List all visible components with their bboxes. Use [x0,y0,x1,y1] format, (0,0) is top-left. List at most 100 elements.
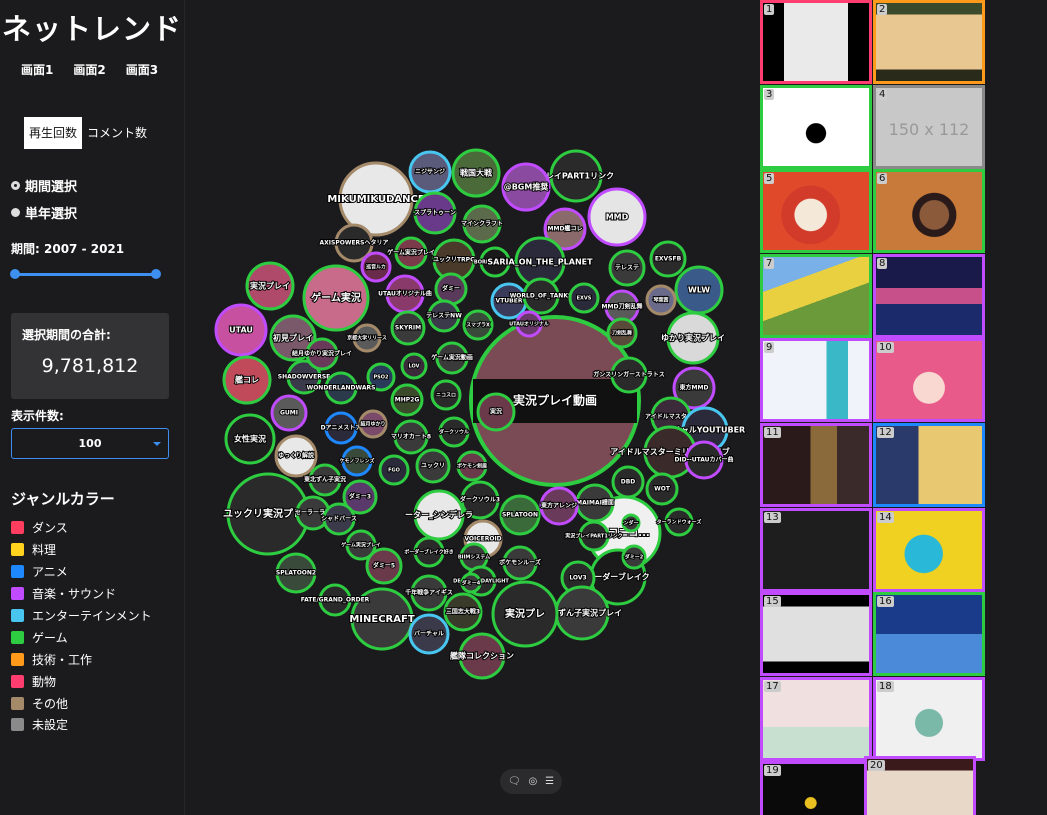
tab-screen-3[interactable]: 画面3 [126,61,158,78]
genre-bubble[interactable]: 実況プレイ [245,261,295,311]
genre-bubble[interactable]: 三国志大戦3 [443,592,483,632]
genre-bubble[interactable]: VTUBER [490,282,528,320]
genre-bubble[interactable]: 艦隊コレクション [449,632,515,680]
eye-icon[interactable]: ◎ [528,776,537,787]
genre-bubble[interactable]: SPLATOON [499,494,541,536]
video-thumbnail[interactable]: 19 [760,761,872,815]
video-thumbnail[interactable]: 12 [873,423,985,507]
video-thumbnail[interactable]: 1 [760,0,872,84]
radio-period-select[interactable]: 期間選択 [11,172,77,199]
display-count-select[interactable]: 100 [11,428,169,459]
video-thumbnail[interactable]: 8 [873,253,985,338]
genre-bubble[interactable]: テレステNW [425,299,463,333]
genre-bubble[interactable]: GUMI [270,394,308,432]
genre-bubble[interactable]: SPLATOON2 [275,552,317,594]
period-label: 期間: 2007 - 2021 [11,240,124,257]
genre-bubble[interactable]: ニコスロ [430,379,462,411]
genre-bubble[interactable]: MMD [587,187,647,247]
genre-bubble[interactable]: マインクラフト [460,204,504,244]
genre-bubble[interactable]: LOV [400,352,428,380]
video-thumbnail[interactable]: 11 [760,423,872,507]
genre-bubble[interactable]: ボーダーブレイク好き [403,536,455,568]
video-thumbnail[interactable]: 17 [760,676,872,761]
genre-bubble[interactable]: ダミー [434,272,468,306]
bubble-label: ガンスリンガーストラトス [593,371,665,379]
video-thumbnail[interactable]: 10 [873,338,985,423]
genre-bubble[interactable]: ダミー2 [621,544,647,570]
genre-bubble[interactable]: MAIMAI譜面 [575,483,615,523]
video-thumbnail[interactable]: 20 [864,756,976,815]
genre-bubble[interactable]: DBD [611,465,645,499]
video-thumbnail[interactable]: 16 [873,592,985,677]
metric-comments-button[interactable]: コメント数 [82,117,152,149]
genre-bubble[interactable]: ダミー4 [460,572,482,594]
genre-bubble[interactable]: EXVSFB [649,240,687,278]
genre-bubble[interactable]: Dアニメストア [320,411,362,445]
genre-bubble[interactable]: シャドバース [320,502,358,536]
genre-bubble[interactable]: UTAUオリジナル曲 [377,274,433,314]
video-thumbnail[interactable]: 7 [760,253,872,338]
genre-bubble[interactable]: バーチャル [408,613,450,655]
video-thumbnail[interactable]: 15 [760,592,872,677]
slider-min-handle[interactable] [10,269,20,279]
genre-bubble[interactable]: テレステ [608,249,646,287]
chat-icon[interactable]: 🗨 [508,776,521,787]
sliders-icon[interactable]: ☰ [545,776,554,787]
genre-bubble[interactable]: UTAU [214,303,268,357]
genre-bubble[interactable]: ゲーム実況プレイ [386,236,436,270]
genre-bubble[interactable]: 戦国大戦 [451,148,501,198]
genre-bubble[interactable]: 刀剣乱舞 [606,317,638,349]
genre-bubble[interactable]: EXVS [568,282,600,314]
genre-bubble[interactable]: 結月ゆかり [358,409,388,439]
genre-bubble[interactable]: 東方アレンジ [539,486,579,526]
genre-bubble[interactable]: ゆかり実況プレイ [660,311,726,365]
legend-title: ジャンルカラー [11,490,115,508]
genre-bubble[interactable]: MHP2G [390,383,424,417]
video-thumbnail[interactable]: 5 [760,169,872,254]
video-thumbnail[interactable]: 13 [760,507,872,592]
video-thumbnail[interactable]: 4 150 x 112 [873,84,985,169]
genre-bubble[interactable]: FGO [378,454,410,486]
genre-bubble[interactable]: ニジサンジ [408,150,452,194]
genre-bubble[interactable]: スマブラX [462,309,494,341]
genre-bubble[interactable]: 京都大学リリース [346,323,388,353]
legend-label: エンターテインメント [32,609,152,623]
genre-bubble[interactable]: ユックリ [415,448,451,484]
bubble-label: MMD刀剣乱舞 [602,303,643,311]
genre-bubble[interactable]: 実況 [476,392,516,432]
genre-bubble[interactable]: ゲーム実況 [302,264,370,332]
video-thumbnail[interactable]: 18 [873,676,985,761]
radio-single-year[interactable]: 単年選択 [11,199,77,226]
genre-bubble[interactable]: 女性実況 [224,413,276,465]
metric-views-button[interactable]: 再生回数 [24,117,83,149]
genre-bubble[interactable]: SKYRIM [390,310,426,346]
genre-bubble[interactable]: ンダー [621,513,641,533]
slider-max-handle[interactable] [151,269,161,279]
genre-bubble[interactable]: 琴葉茜 [645,284,677,316]
genre-bubble[interactable]: WOT [645,472,679,506]
genre-bubble[interactable]: ダークソウル [438,416,470,448]
genre-bubble[interactable]: 巡音ルカ [360,251,392,283]
genre-bubble[interactable]: @BGM推奨 [501,162,551,212]
genre-bubble[interactable]: スプラトゥーン [413,191,457,235]
genre-bubble[interactable]: ターランドウォーズ [656,507,702,537]
genre-bubble[interactable]: WLW [674,265,724,315]
tab-screen-2[interactable]: 画面2 [73,61,105,78]
genre-bubble[interactable]: マリオカート8 [390,419,432,455]
video-thumbnail[interactable]: 6 [873,169,985,254]
tab-screen-1[interactable]: 画面1 [21,61,53,78]
video-thumbnail[interactable]: 2 [873,0,985,84]
video-thumbnail[interactable]: 9 [760,338,872,423]
genre-bubble[interactable]: ダミー5 [365,547,403,585]
genre-bubble[interactable]: ケモノフレンズ [339,445,375,477]
video-thumbnail[interactable]: 14 [873,507,985,592]
genre-bubble[interactable]: ゲーム実況動画 [430,341,474,375]
genre-bubble[interactable]: 実況プレ [491,580,559,648]
video-thumbnail[interactable]: 3 [760,84,872,169]
genre-bubble[interactable]: ポケモン剣盾 [456,450,488,482]
period-slider[interactable] [10,269,161,279]
genre-bubble[interactable]: 艦コレ [222,355,272,405]
genre-bubble[interactable]: ゆっくり解説 [274,434,318,478]
app-logo: ネットレンド [2,12,183,46]
genre-bubble[interactable]: ポケモンルーズ [498,545,542,581]
